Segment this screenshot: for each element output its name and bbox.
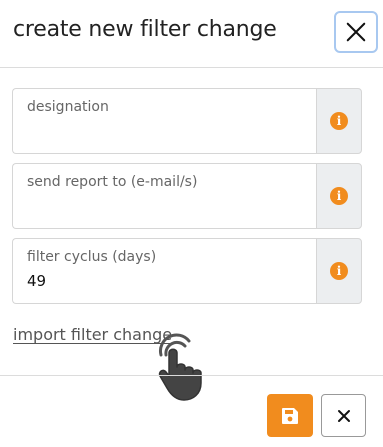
save-button[interactable] — [267, 394, 313, 437]
hand-pointer-cursor-icon — [158, 333, 202, 401]
designation-label: designation — [27, 99, 109, 115]
designation-field: designation i — [12, 88, 362, 154]
info-icon: i — [330, 187, 348, 205]
close-icon — [346, 22, 366, 42]
filter-cyclus-value: 49 — [27, 272, 47, 290]
info-icon: i — [330, 262, 348, 280]
cancel-button[interactable] — [321, 394, 366, 437]
info-icon: i — [330, 112, 348, 130]
filter-cyclus-label: filter cyclus (days) — [27, 249, 157, 265]
dialog-title: create new filter change — [13, 17, 277, 42]
import-filter-change-link[interactable]: import filter change — [13, 325, 172, 344]
filter-cyclus-info-button[interactable]: i — [316, 238, 362, 304]
filter-cyclus-input[interactable]: filter cyclus (days) 49 — [12, 238, 316, 304]
close-icon — [337, 409, 350, 422]
footer-divider — [0, 375, 383, 376]
dialog-header: create new filter change — [0, 0, 383, 68]
send-report-input[interactable]: send report to (e-mail/s) — [12, 163, 316, 229]
floppy-disk-icon — [282, 407, 298, 424]
send-report-field: send report to (e-mail/s) i — [12, 163, 362, 229]
designation-input[interactable]: designation — [12, 88, 316, 154]
send-report-label: send report to (e-mail/s) — [27, 174, 198, 190]
designation-info-button[interactable]: i — [316, 88, 362, 154]
filter-cyclus-field: filter cyclus (days) 49 i — [12, 238, 362, 304]
send-report-info-button[interactable]: i — [316, 163, 362, 229]
close-dialog-button[interactable] — [334, 11, 378, 53]
